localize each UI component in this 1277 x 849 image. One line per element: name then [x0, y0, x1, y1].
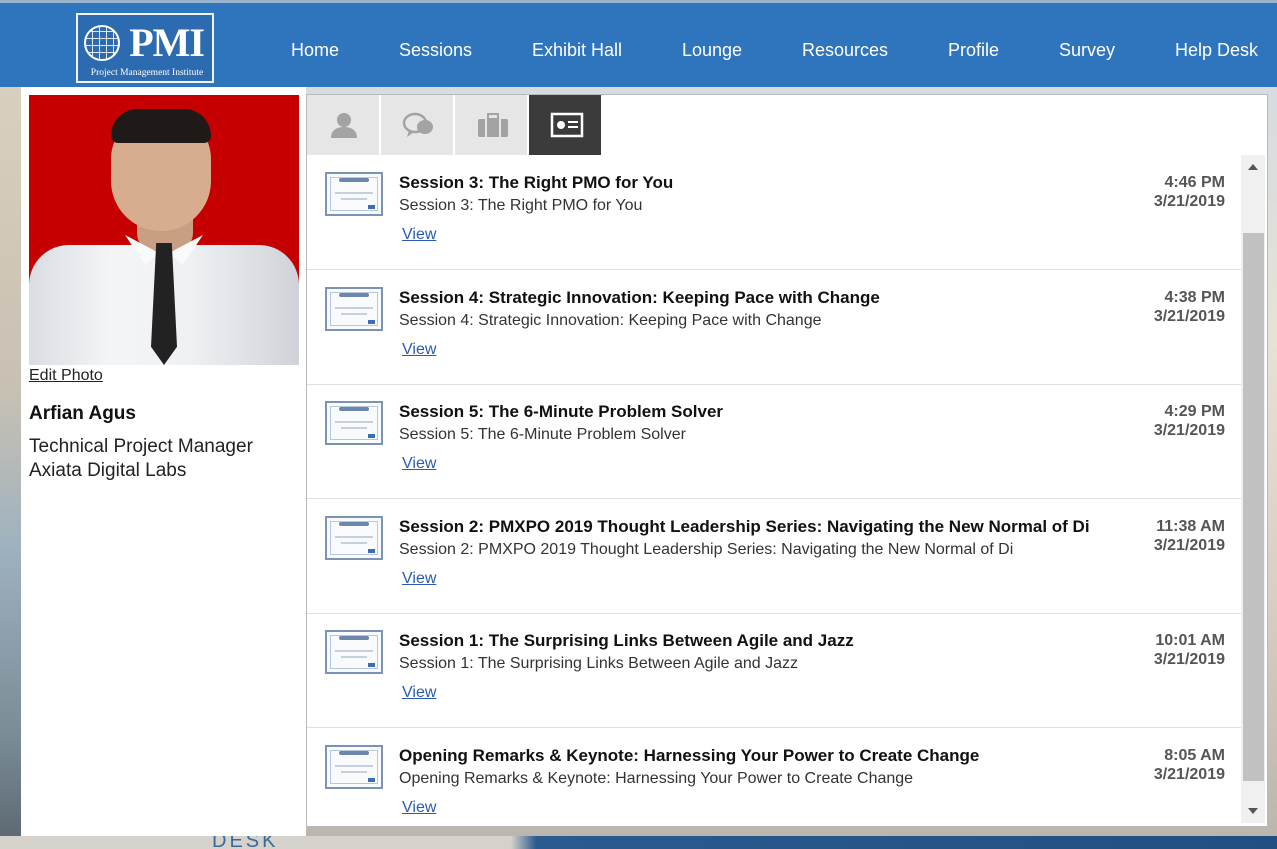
background-desk-sign: DESK	[212, 834, 279, 849]
briefcase-icon	[478, 113, 508, 137]
background-left-strip	[0, 87, 21, 849]
view-link[interactable]: View	[402, 798, 436, 818]
nav-profile[interactable]: Profile	[948, 39, 999, 61]
session-title: Session 1: The Surprising Links Between …	[399, 631, 854, 650]
chat-bubbles-icon	[402, 112, 433, 137]
session-date: 3/21/2019	[1153, 422, 1225, 439]
profile-card: Edit Photo Arfian Agus Technical Project…	[21, 87, 306, 836]
scroll-up-arrow-icon[interactable]	[1241, 157, 1265, 177]
certificate-thumbnail[interactable]	[325, 745, 383, 789]
logo-mark: PMI	[129, 20, 205, 65]
session-date: 3/21/2019	[1153, 308, 1225, 325]
session-title: Session 2: PMXPO 2019 Thought Leadership…	[399, 517, 1090, 536]
tab-briefcase[interactable]	[455, 95, 528, 155]
session-subtitle: Session 1: The Surprising Links Between …	[399, 655, 799, 672]
session-title: Session 3: The Right PMO for You	[399, 173, 674, 192]
certificate-thumbnail[interactable]	[325, 172, 383, 216]
session-time: 10:01 AM	[1155, 632, 1225, 649]
tab-chat[interactable]	[381, 95, 454, 155]
view-link[interactable]: View	[402, 225, 436, 245]
edit-photo-link[interactable]: Edit Photo	[29, 366, 103, 386]
person-icon	[331, 113, 357, 138]
panel-tabs	[307, 95, 1267, 155]
scroll-down-arrow-icon[interactable]	[1241, 801, 1265, 821]
nav-survey[interactable]: Survey	[1059, 39, 1115, 61]
list-item: Session 1: The Surprising Links Between …	[307, 613, 1241, 728]
session-date: 3/21/2019	[1153, 193, 1225, 210]
list-item: Opening Remarks & Keynote: Harnessing Yo…	[307, 728, 1241, 827]
certificate-thumbnail[interactable]	[325, 516, 383, 560]
pmi-logo[interactable]: PMI Project Management Institute	[76, 13, 214, 83]
session-title: Session 5: The 6-Minute Problem Solver	[399, 402, 724, 421]
certificate-thumbnail[interactable]	[325, 287, 383, 331]
view-link[interactable]: View	[402, 454, 436, 474]
session-time: 11:38 AM	[1156, 518, 1225, 535]
certificate-list: Session 3: The Right PMO for You Session…	[307, 155, 1241, 827]
list-item: Session 5: The 6-Minute Problem Solver S…	[307, 384, 1241, 499]
session-date: 3/21/2019	[1153, 766, 1225, 783]
top-nav-bar: PMI Project Management Institute Home Se…	[0, 0, 1277, 87]
session-time: 4:38 PM	[1164, 289, 1225, 306]
profile-job-title: Technical Project Manager	[29, 436, 253, 457]
certificate-icon	[550, 112, 584, 138]
session-title: Session 4: Strategic Innovation: Keeping…	[399, 288, 880, 307]
view-link[interactable]: View	[402, 340, 436, 360]
scroll-thumb[interactable]	[1243, 233, 1264, 781]
nav-help-desk[interactable]: Help Desk	[1175, 39, 1258, 61]
nav-home[interactable]: Home	[291, 39, 339, 61]
list-item: Session 3: The Right PMO for You Session…	[307, 155, 1241, 270]
logo-subtitle: Project Management Institute	[90, 68, 204, 78]
certificate-thumbnail[interactable]	[325, 401, 383, 445]
profile-company: Axiata Digital Labs	[29, 460, 187, 481]
tab-certificates[interactable]	[529, 95, 602, 155]
view-link[interactable]: View	[402, 569, 436, 589]
session-time: 8:05 AM	[1164, 747, 1225, 764]
nav-exhibit-hall[interactable]: Exhibit Hall	[532, 39, 622, 61]
nav-sessions[interactable]: Sessions	[399, 39, 472, 61]
list-item: Session 4: Strategic Innovation: Keeping…	[307, 270, 1241, 385]
session-subtitle: Session 3: The Right PMO for You	[399, 197, 643, 214]
briefcase-panel: Session 3: The Right PMO for You Session…	[306, 94, 1268, 827]
background-bottom-strip	[0, 836, 1277, 849]
tab-profile[interactable]	[307, 95, 380, 155]
session-subtitle: Opening Remarks & Keynote: Harnessing Yo…	[399, 770, 914, 787]
view-link[interactable]: View	[402, 683, 436, 703]
session-subtitle: Session 2: PMXPO 2019 Thought Leadership…	[399, 541, 1014, 558]
session-subtitle: Session 4: Strategic Innovation: Keeping…	[399, 312, 822, 329]
session-date: 3/21/2019	[1153, 537, 1225, 554]
session-time: 4:29 PM	[1164, 403, 1225, 420]
profile-photo	[29, 95, 299, 365]
list-item: Session 2: PMXPO 2019 Thought Leadership…	[307, 499, 1241, 614]
nav-resources[interactable]: Resources	[802, 39, 888, 61]
certificate-thumbnail[interactable]	[325, 630, 383, 674]
vertical-scrollbar[interactable]	[1241, 155, 1265, 823]
nav-lounge[interactable]: Lounge	[682, 39, 742, 61]
session-date: 3/21/2019	[1153, 651, 1225, 668]
session-subtitle: Session 5: The 6-Minute Problem Solver	[399, 426, 686, 443]
session-title: Opening Remarks & Keynote: Harnessing Yo…	[399, 746, 980, 765]
profile-name: Arfian Agus	[29, 403, 136, 424]
session-time: 4:46 PM	[1164, 174, 1225, 191]
